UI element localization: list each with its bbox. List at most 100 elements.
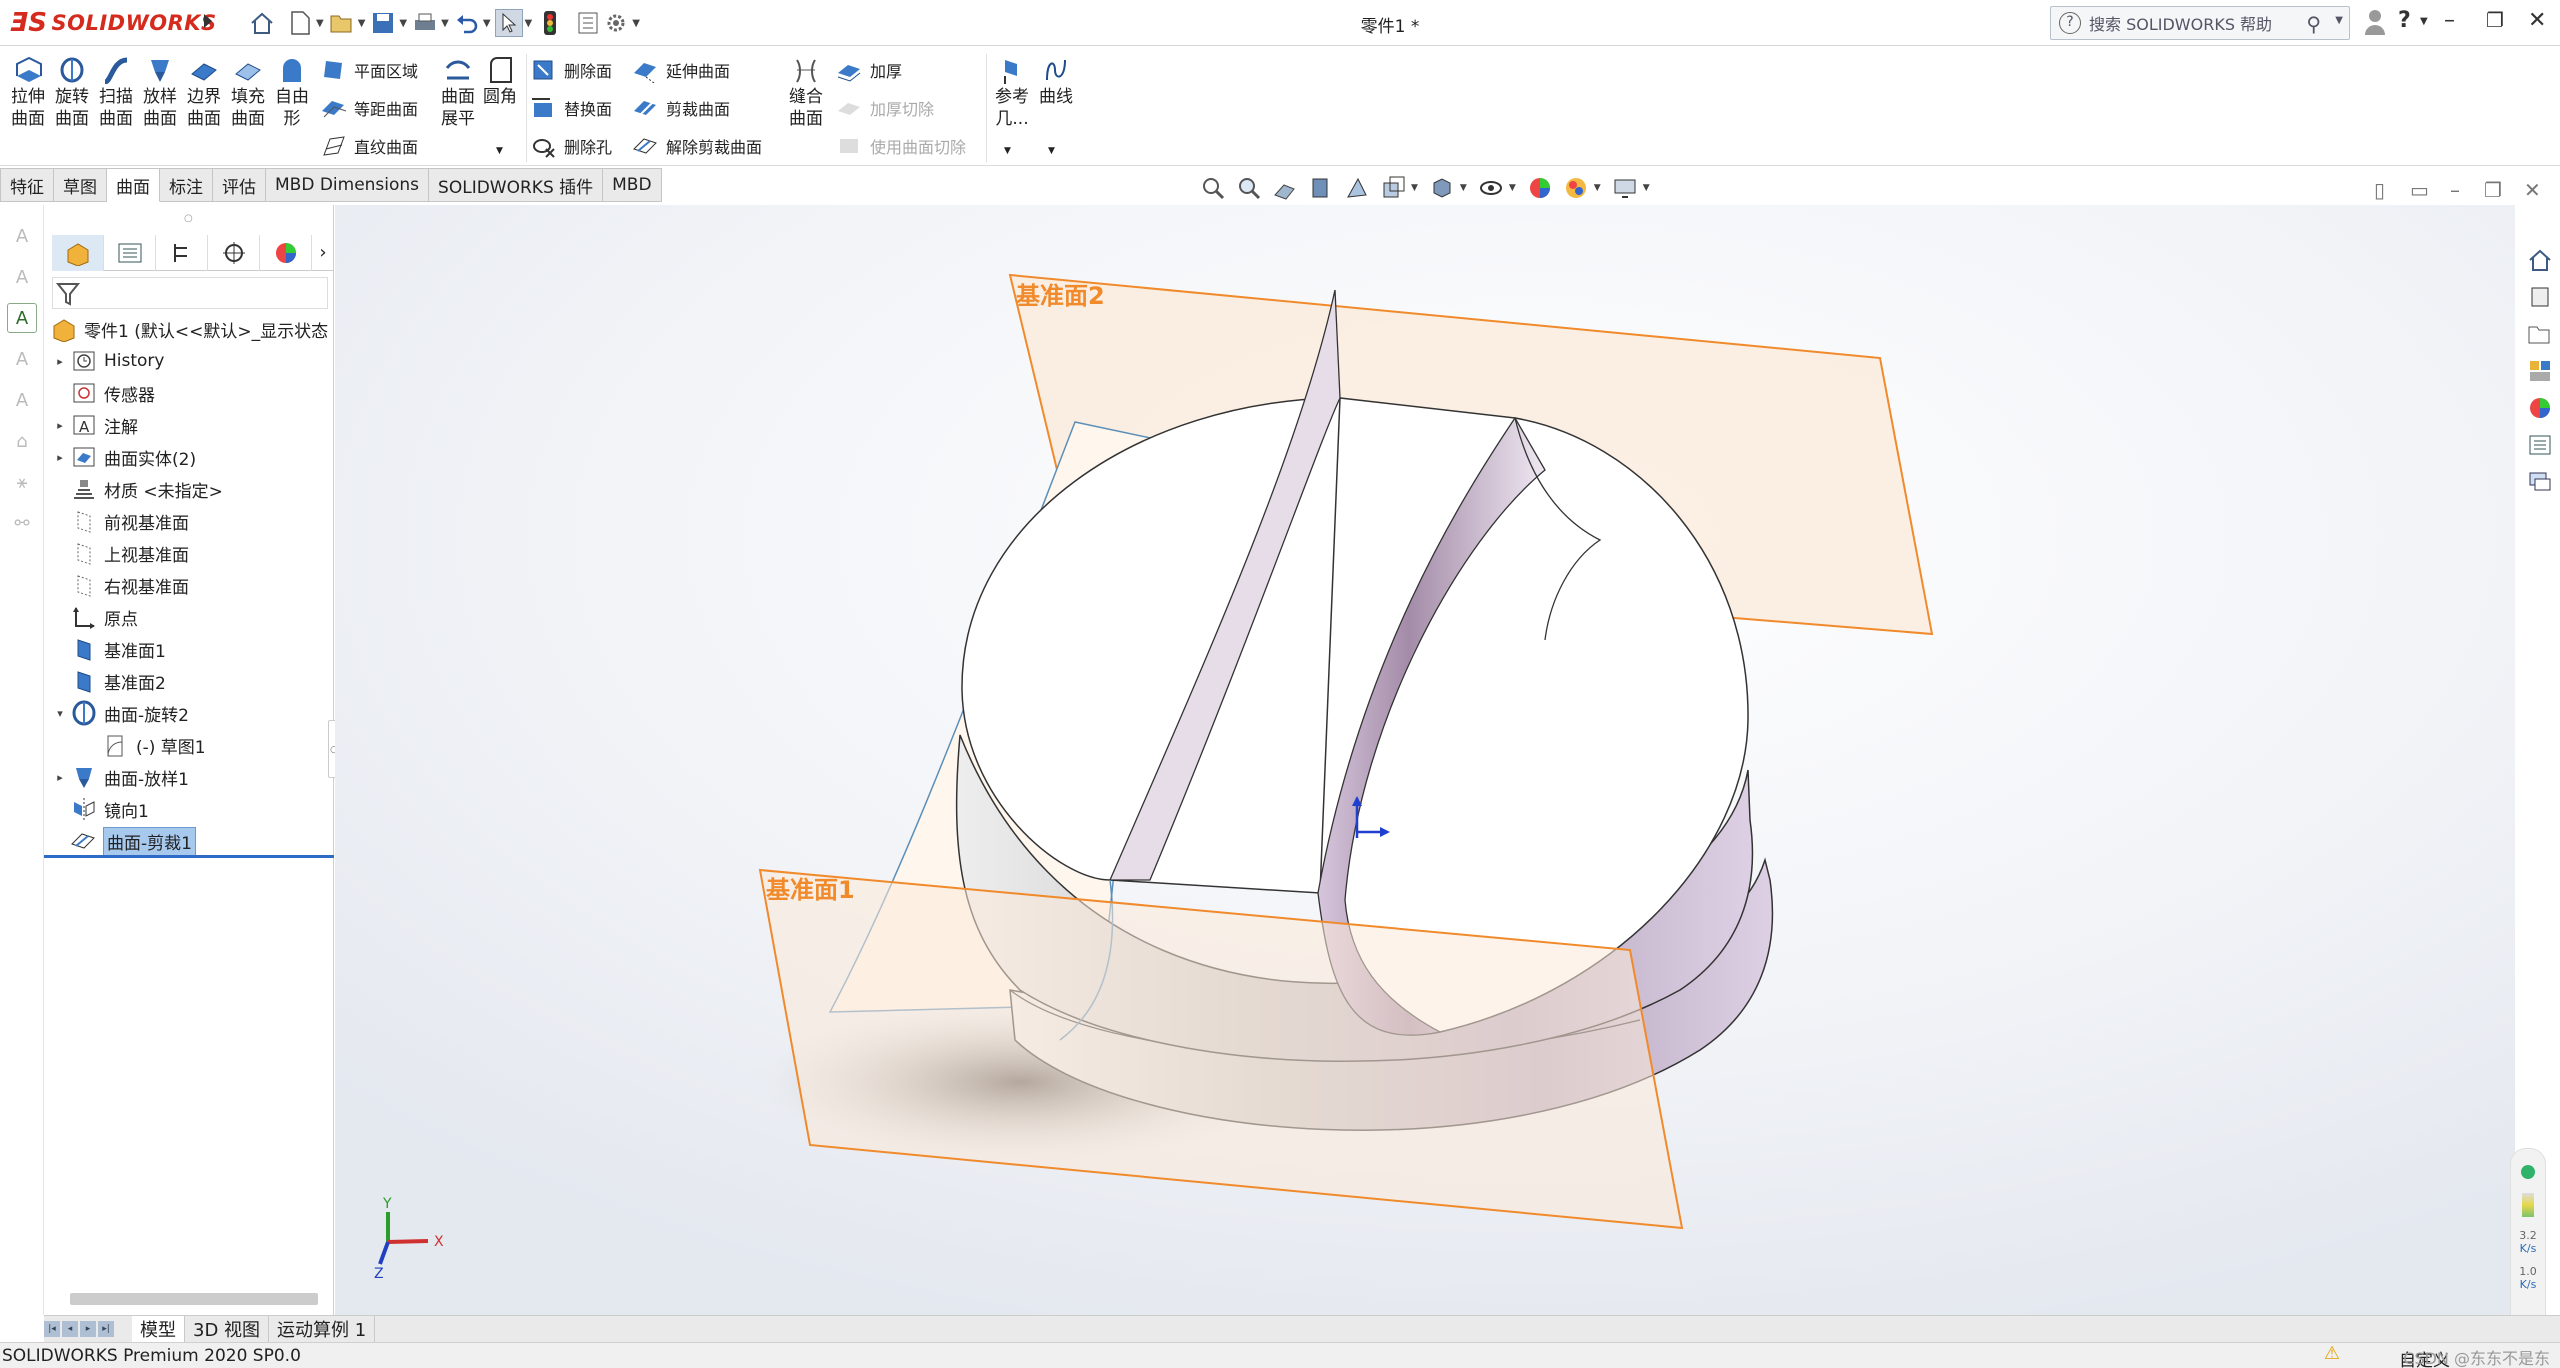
scene-dropdown-icon[interactable]: ▼ — [1594, 183, 1601, 193]
restore-icon[interactable]: ❐ — [2486, 8, 2504, 32]
model-tab[interactable]: 3D 视图 — [185, 1316, 270, 1342]
trim-surface-button[interactable]: 剪裁曲面 — [632, 92, 730, 124]
undo-icon[interactable] — [453, 9, 481, 37]
extend-surface-button[interactable]: 延伸曲面 — [632, 54, 730, 86]
annotation-tool-icon[interactable]: A — [7, 221, 37, 251]
knit-surface-button[interactable]: 缝合 曲面 — [786, 56, 826, 130]
last-tab-icon[interactable]: ▸| — [98, 1321, 114, 1337]
viewport-split-icon[interactable]: ▯ — [2374, 178, 2385, 202]
viewport-minimize-icon[interactable]: – — [2450, 178, 2460, 202]
curves-dropdown-icon[interactable]: ▼ — [1048, 146, 1055, 156]
tree-node[interactable]: 右视基准面 — [44, 569, 334, 601]
first-tab-icon[interactable]: |◂ — [44, 1321, 60, 1337]
displaymanager-tab-icon[interactable] — [260, 235, 312, 271]
view-settings-icon[interactable] — [1610, 173, 1640, 203]
fillet-button[interactable]: 圆角 — [482, 56, 518, 108]
close-icon[interactable]: ✕ — [2528, 8, 2546, 33]
rebuild-traffic-light-icon[interactable] — [536, 9, 564, 37]
offset-surface-button[interactable]: 等距曲面 — [320, 92, 418, 124]
model-viewport[interactable]: 基准面2 基准面1 Y X Z — [335, 205, 2515, 1315]
tree-node[interactable]: ▸ 曲面-放样1 — [44, 761, 334, 793]
tree-node[interactable]: (-) 草图1 — [44, 729, 334, 761]
planar-surface-button[interactable]: 平面区域 — [320, 54, 418, 86]
expand-toggle-icon[interactable]: ▸ — [50, 419, 70, 432]
view-settings-dropdown-icon[interactable]: ▼ — [1643, 183, 1650, 193]
annotation-active-icon[interactable]: A — [7, 303, 37, 333]
print-icon[interactable] — [411, 9, 439, 37]
featuremanager-tab-icon[interactable] — [52, 235, 104, 271]
untrim-surface-button[interactable]: 解除剪裁曲面 — [632, 130, 762, 162]
tree-filter-field[interactable] — [52, 277, 328, 309]
view-palette-icon[interactable] — [2523, 354, 2557, 388]
graphics-area[interactable]: 基准面2 基准面1 Y X Z — [335, 205, 2515, 1315]
swept-surface-button[interactable]: 扫描 曲面 — [96, 56, 136, 130]
annotation-format-icon[interactable]: A — [7, 344, 37, 374]
tree-node[interactable]: 基准面1 — [44, 633, 334, 665]
open-dropdown-icon[interactable]: ▼ — [358, 18, 366, 29]
new-dropdown-icon[interactable]: ▼ — [316, 18, 324, 29]
fillet-dropdown-icon[interactable]: ▼ — [496, 146, 503, 156]
annotation-link-icon[interactable]: ⚯ — [7, 508, 37, 538]
tree-node[interactable]: 镜向1 — [44, 793, 334, 825]
file-explorer-icon[interactable] — [2523, 317, 2557, 351]
dimxpertmanager-tab-icon[interactable] — [208, 235, 260, 271]
tree-node[interactable]: ▾ 曲面-旋转2 — [44, 697, 334, 729]
menu-expand-arrow-icon[interactable] — [204, 14, 212, 28]
revolved-surface-button[interactable]: 旋转 曲面 — [52, 56, 92, 130]
display-style-icon[interactable] — [1427, 173, 1457, 203]
propertymanager-tab-icon[interactable] — [104, 235, 156, 271]
thicken-button[interactable]: 加厚 — [836, 54, 902, 86]
search-dropdown-icon[interactable]: ▼ — [2335, 15, 2343, 26]
appearances-icon[interactable] — [2523, 391, 2557, 425]
configurationmanager-tab-icon[interactable] — [156, 235, 208, 271]
zoom-to-area-icon[interactable] — [1234, 173, 1264, 203]
select-cursor-icon[interactable] — [494, 9, 523, 37]
expand-toggle-icon[interactable]: ▾ — [50, 707, 70, 720]
tree-node[interactable]: ▸ A 注解 — [44, 409, 334, 441]
tree-node[interactable]: 传感器 — [44, 377, 334, 409]
save-icon[interactable] — [369, 9, 397, 37]
delete-hole-button[interactable]: 删除孔 — [530, 130, 612, 162]
save-dropdown-icon[interactable]: ▼ — [399, 18, 407, 29]
view-orientation-icon[interactable] — [1378, 173, 1408, 203]
forum-icon[interactable] — [2523, 465, 2557, 499]
dynamic-annotation-icon[interactable] — [1342, 173, 1372, 203]
view-orientation-dropdown-icon[interactable]: ▼ — [1411, 183, 1418, 193]
freeform-button[interactable]: 自由 形 — [272, 56, 312, 130]
tree-horizontal-scrollbar[interactable] — [70, 1293, 318, 1305]
help-search-box[interactable]: ? 搜索 SOLIDWORKS 帮助 ⚲ ▼ — [2050, 6, 2350, 40]
reference-geometry-button[interactable]: 参考 几... — [992, 56, 1032, 130]
model-tab[interactable]: 模型 — [132, 1316, 185, 1342]
command-tab[interactable]: MBD Dimensions — [266, 168, 430, 202]
command-tab[interactable]: 标注 — [160, 168, 213, 202]
tree-node[interactable]: 前视基准面 — [44, 505, 334, 537]
tree-root-part[interactable]: 零件1 (默认<<默认>_显示状态 — [44, 313, 334, 345]
hide-show-dropdown-icon[interactable]: ▼ — [1509, 183, 1516, 193]
command-tab[interactable]: 草图 — [54, 168, 107, 202]
options-gear-icon[interactable] — [602, 9, 630, 37]
tree-node[interactable]: 上视基准面 — [44, 537, 334, 569]
tree-node[interactable]: 曲面-剪裁1 — [44, 825, 334, 857]
user-account-icon[interactable] — [2364, 8, 2386, 42]
section-view-icon[interactable] — [1306, 173, 1336, 203]
boundary-surface-button[interactable]: 边界 曲面 — [184, 56, 224, 130]
search-icon[interactable]: ⚲ — [2306, 12, 2321, 36]
delete-face-button[interactable]: 删除面 — [530, 54, 612, 86]
expand-toggle-icon[interactable]: ▸ — [50, 451, 70, 464]
command-tab[interactable]: 评估 — [213, 168, 266, 202]
undo-dropdown-icon[interactable]: ▼ — [483, 18, 491, 29]
next-tab-icon[interactable]: ▸ — [80, 1321, 96, 1337]
panel-grip-icon[interactable]: ○ — [184, 213, 193, 224]
tree-node[interactable]: 原点 — [44, 601, 334, 633]
viewport-restore-icon[interactable]: ❐ — [2484, 178, 2502, 202]
solidworks-resources-icon[interactable] — [2523, 243, 2557, 277]
tree-node[interactable]: 材质 <未指定> — [44, 473, 334, 505]
annotation-layer-icon[interactable]: ⌂ — [7, 426, 37, 456]
replace-face-button[interactable]: 替换面 — [530, 92, 612, 124]
design-library-icon[interactable] — [2523, 280, 2557, 314]
viewport-link-icon[interactable]: ▭ — [2410, 178, 2429, 202]
curves-button[interactable]: 曲线 — [1036, 56, 1076, 108]
tabs-more-chevron-icon[interactable]: › — [312, 235, 334, 270]
new-document-icon[interactable] — [286, 9, 314, 37]
display-style-dropdown-icon[interactable]: ▼ — [1460, 183, 1467, 193]
